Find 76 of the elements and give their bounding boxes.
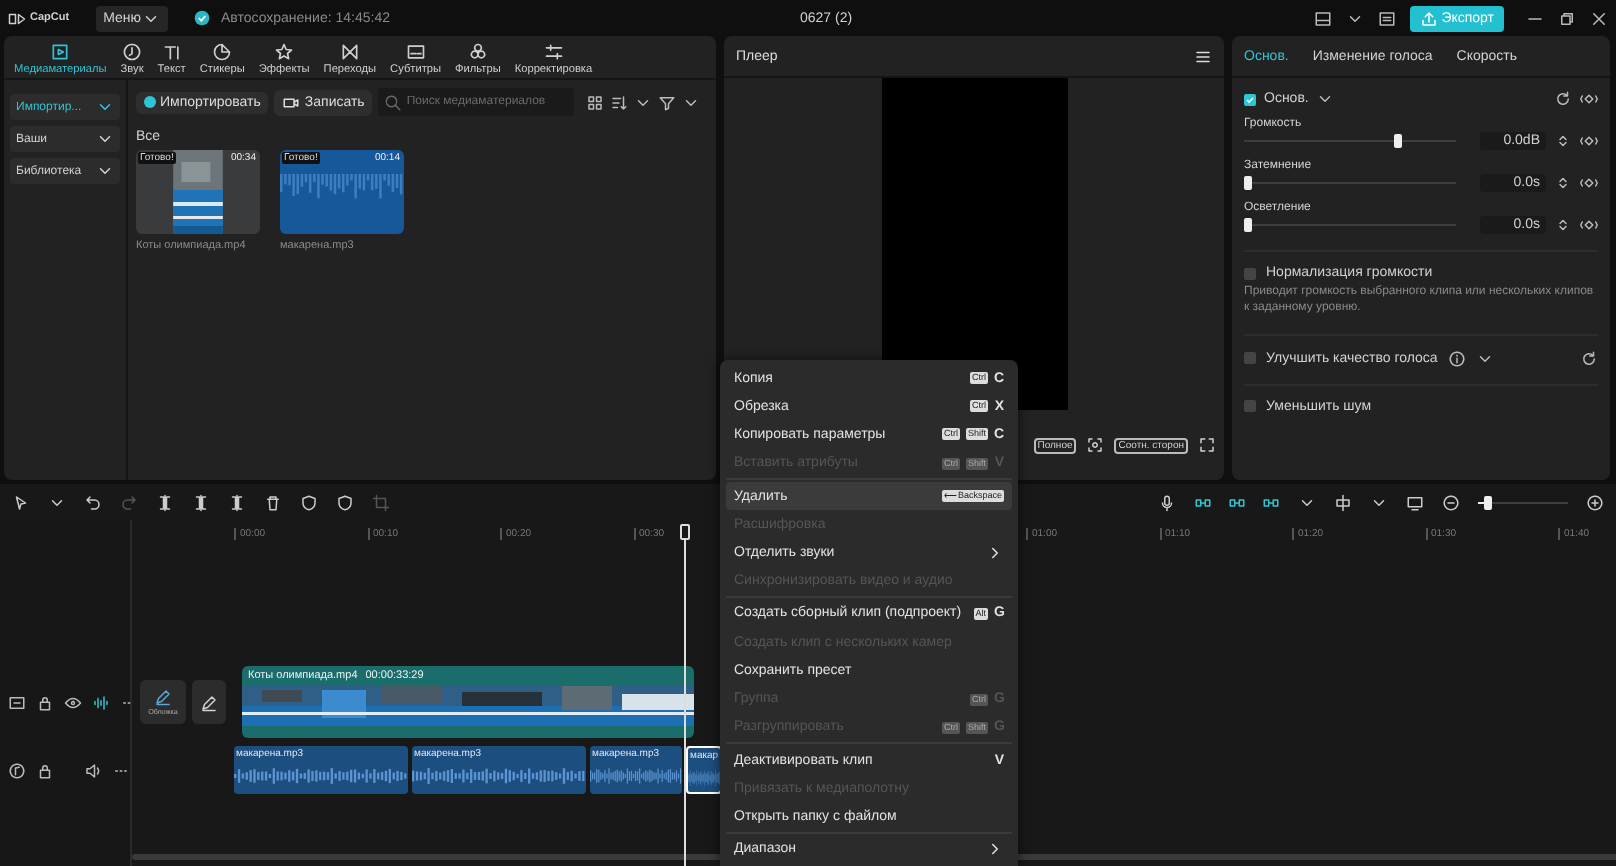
- check-circle-icon: [194, 10, 211, 26]
- camera-icon: [282, 93, 301, 111]
- list-icon[interactable]: [1377, 9, 1396, 27]
- slider-thumb[interactable]: [1484, 495, 1493, 509]
- keyframe-icon[interactable]: [1580, 132, 1598, 150]
- checkbox[interactable]: [1244, 400, 1256, 413]
- grid-icon[interactable]: [586, 93, 605, 111]
- star-icon: [274, 42, 295, 62]
- upload-icon: [1419, 9, 1438, 27]
- edit-button[interactable]: [192, 680, 226, 724]
- monitor-icon[interactable]: [1406, 493, 1424, 511]
- logo-icon: [8, 9, 26, 27]
- keyframe-icon[interactable]: [1580, 90, 1598, 108]
- audio-wave-icon[interactable]: [92, 693, 110, 711]
- waveform: [688, 768, 720, 788]
- caption-icon: [405, 42, 426, 62]
- zoom-out-icon[interactable]: [1442, 493, 1460, 511]
- waveform: [590, 766, 682, 786]
- mic-icon[interactable]: [1158, 493, 1176, 511]
- checkbox[interactable]: [1244, 93, 1256, 105]
- text-icon: [161, 42, 182, 62]
- speaker-icon[interactable]: [84, 762, 102, 780]
- lock-icon[interactable]: [36, 693, 54, 711]
- filter-icon[interactable]: [658, 93, 677, 111]
- link-icon[interactable]: [1262, 493, 1280, 511]
- menu-icon[interactable]: [1194, 47, 1212, 65]
- circles-icon: [467, 42, 488, 62]
- sort-icon[interactable]: [610, 93, 629, 111]
- pencil-icon: [154, 688, 172, 706]
- stepper-icon[interactable]: [1554, 132, 1572, 150]
- checkbox[interactable]: [1244, 352, 1256, 365]
- link-icon[interactable]: [1228, 493, 1246, 511]
- chevron-icon[interactable]: [1316, 90, 1335, 108]
- pencil-icon: [200, 693, 218, 711]
- redo-icon[interactable]: [120, 493, 138, 511]
- music-icon[interactable]: [8, 762, 26, 780]
- focus-icon[interactable]: [1086, 436, 1105, 454]
- search-icon: [384, 94, 403, 112]
- eye-icon[interactable]: [64, 693, 82, 711]
- split-view-icon[interactable]: [1334, 493, 1352, 511]
- sliders-icon: [543, 42, 564, 62]
- slider[interactable]: [1244, 218, 1457, 232]
- crop-icon[interactable]: [372, 493, 390, 511]
- layout-icon[interactable]: [1313, 9, 1332, 27]
- chevron-right-icon: [986, 543, 1004, 562]
- slider-thumb[interactable]: [1393, 134, 1402, 148]
- lock-icon[interactable]: [36, 762, 54, 780]
- trash-icon[interactable]: [264, 493, 282, 511]
- reset-icon[interactable]: [1554, 90, 1572, 108]
- stepper-icon[interactable]: [1554, 174, 1572, 192]
- zoom-slider[interactable]: [1478, 495, 1568, 509]
- checkbox[interactable]: [1244, 267, 1256, 279]
- slider-thumb[interactable]: [1244, 176, 1252, 190]
- reset-icon[interactable]: [1580, 349, 1598, 368]
- split-icon[interactable]: [228, 493, 246, 511]
- slider[interactable]: [1244, 134, 1457, 148]
- fullscreen-icon[interactable]: [1198, 436, 1216, 454]
- split-icon[interactable]: [156, 493, 174, 511]
- link-icon[interactable]: [1194, 493, 1212, 511]
- chevron-right-icon: [986, 840, 1004, 859]
- split-icon[interactable]: [192, 493, 210, 511]
- pointer-icon[interactable]: [12, 493, 30, 511]
- bowtie-icon: [339, 42, 360, 62]
- sticker-icon: [212, 42, 233, 62]
- keyframe-icon[interactable]: [1580, 216, 1598, 234]
- close-icon[interactable]: [1590, 9, 1608, 27]
- slider[interactable]: [1244, 176, 1457, 190]
- info-icon: [1447, 349, 1466, 368]
- slider-thumb[interactable]: [1244, 218, 1252, 232]
- restore-icon[interactable]: [1558, 9, 1576, 27]
- waveform: [280, 150, 404, 234]
- film-icon[interactable]: [8, 693, 26, 711]
- undo-icon[interactable]: [84, 493, 102, 511]
- keyframe-icon[interactable]: [1580, 174, 1598, 192]
- stepper-icon[interactable]: [1554, 216, 1572, 234]
- zoom-in-icon[interactable]: [1586, 493, 1604, 511]
